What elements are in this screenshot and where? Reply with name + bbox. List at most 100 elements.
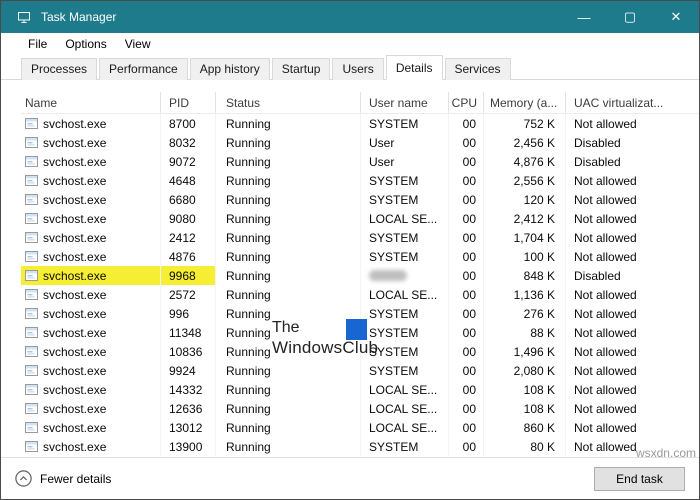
user-name-cell: SYSTEM <box>361 437 449 456</box>
process-name: svchost.exe <box>43 420 107 435</box>
column-header-name[interactable]: Name <box>21 92 161 113</box>
table-row[interactable]: svchost.exe 2412 Running SYSTEM 00 1,704 K Not… <box>21 228 699 247</box>
cpu-cell: 00 <box>449 152 484 171</box>
pid-cell: 8032 <box>161 133 216 152</box>
status-cell: Running <box>216 247 361 266</box>
table-row[interactable]: svchost.exe 12636 Running LOCAL SE... 00 108 … <box>21 399 699 418</box>
column-header-uac[interactable]: UAC virtualizat... <box>566 92 699 113</box>
menu-options[interactable]: Options <box>56 35 115 53</box>
table-row[interactable]: svchost.exe 8700 Running SYSTEM 00 752 K Not a… <box>21 114 699 133</box>
user-name-cell: LOCAL SE... <box>361 418 449 437</box>
memory-cell: 2,556 K <box>484 171 566 190</box>
fewer-details-toggle[interactable]: Fewer details <box>15 470 111 487</box>
uac-cell: Not allowed <box>574 420 637 435</box>
user-name-cell: SYSTEM <box>361 171 449 190</box>
user-name-cell: LOCAL SE... <box>361 209 449 228</box>
process-name-cell: svchost.exe <box>21 342 161 361</box>
tab-startup[interactable]: Startup <box>271 58 331 80</box>
app-icon <box>25 422 38 433</box>
column-header-status[interactable]: Status <box>216 92 361 113</box>
memory-cell: 88 K <box>484 323 566 342</box>
memory-cell: 752 K <box>484 114 566 133</box>
process-name: svchost.exe <box>43 116 107 131</box>
status-cell: Running <box>216 266 361 285</box>
menu-view[interactable]: View <box>116 35 160 53</box>
chevron-up-circle-icon <box>15 470 32 487</box>
tab-details[interactable]: Details <box>385 55 443 80</box>
process-name-cell: svchost.exe <box>21 266 161 285</box>
tab-processes[interactable]: Processes <box>21 58 98 80</box>
status-cell: Running <box>216 133 361 152</box>
memory-cell: 848 K <box>484 266 566 285</box>
process-name-cell: svchost.exe <box>21 285 161 304</box>
table-row[interactable]: svchost.exe 13012 Running LOCAL SE... 00 860 … <box>21 418 699 437</box>
table-row[interactable]: svchost.exe 10836 Running SYSTEM 00 1,496 K No… <box>21 342 699 361</box>
pid-cell: 9080 <box>161 209 216 228</box>
column-header-memory[interactable]: Memory (a... <box>484 92 566 113</box>
memory-cell: 2,080 K <box>484 361 566 380</box>
tab-users[interactable]: Users <box>332 58 384 80</box>
app-icon <box>25 175 38 186</box>
memory-cell: 2,456 K <box>484 133 566 152</box>
table-row[interactable]: svchost.exe 9080 Running LOCAL SE... 00 2,412… <box>21 209 699 228</box>
table-row[interactable]: svchost.exe 9968 Running 00 848 K Disabled <box>21 266 699 285</box>
tab-performance[interactable]: Performance <box>99 58 188 80</box>
tab-app-history[interactable]: App history <box>189 58 270 80</box>
table-row[interactable]: svchost.exe 14332 Running LOCAL SE... 00 108 … <box>21 380 699 399</box>
process-name: svchost.exe <box>43 306 107 321</box>
table-row[interactable]: svchost.exe 4876 Running SYSTEM 00 100 K Not a… <box>21 247 699 266</box>
table-row[interactable]: svchost.exe 2572 Running LOCAL SE... 00 1,136… <box>21 285 699 304</box>
table-row[interactable]: svchost.exe 9072 Running User 00 4,876 K Disab… <box>21 152 699 171</box>
uac-cell: Disabled <box>574 268 621 283</box>
uac-cell: Not allowed <box>574 344 637 359</box>
status-cell: Running <box>216 152 361 171</box>
user-name-cell: SYSTEM <box>361 304 449 323</box>
column-header-user[interactable]: User name <box>361 92 449 113</box>
minimize-icon[interactable]: — <box>561 1 607 33</box>
process-name: svchost.exe <box>43 249 107 264</box>
table-body: svchost.exe 8700 Running SYSTEM 00 752 K Not a… <box>21 114 699 456</box>
process-name-cell: svchost.exe <box>21 133 161 152</box>
maximize-icon[interactable]: ▢ <box>607 1 653 33</box>
memory-cell: 860 K <box>484 418 566 437</box>
table-row[interactable]: svchost.exe 9924 Running SYSTEM 00 2,080 K Not… <box>21 361 699 380</box>
column-header-pid[interactable]: PID <box>161 92 216 113</box>
process-name-cell: svchost.exe <box>21 209 161 228</box>
process-name-cell: svchost.exe <box>21 380 161 399</box>
cpu-cell: 00 <box>449 323 484 342</box>
details-table: Name PID Status User name CPU Memory (a.… <box>1 80 699 456</box>
user-name-cell: User <box>361 133 449 152</box>
table-row[interactable]: svchost.exe 4648 Running SYSTEM 00 2,556 K Not… <box>21 171 699 190</box>
table-row[interactable]: svchost.exe 8032 Running User 00 2,456 K Disab… <box>21 133 699 152</box>
app-icon <box>25 365 38 376</box>
user-name-cell: SYSTEM <box>361 342 449 361</box>
close-icon[interactable]: ✕ <box>653 1 699 33</box>
pid-cell: 12636 <box>161 399 216 418</box>
cpu-cell: 00 <box>449 437 484 456</box>
uac-cell: Disabled <box>574 135 621 150</box>
process-name-cell: svchost.exe <box>21 361 161 380</box>
tab-services[interactable]: Services <box>444 58 511 80</box>
menu-file[interactable]: File <box>19 35 56 53</box>
uac-cell: Not allowed <box>574 306 637 321</box>
column-header-cpu[interactable]: CPU <box>449 92 484 113</box>
end-task-button[interactable]: End task <box>594 466 685 491</box>
uac-cell: Not allowed <box>574 116 637 131</box>
memory-cell: 80 K <box>484 437 566 456</box>
cpu-cell: 00 <box>449 114 484 133</box>
status-cell: Running <box>216 304 361 323</box>
user-name-cell: SYSTEM <box>361 190 449 209</box>
pid-cell: 9072 <box>161 152 216 171</box>
app-icon <box>25 213 38 224</box>
table-row[interactable]: svchost.exe 11348 Running SYSTEM 00 88 K Not a… <box>21 323 699 342</box>
table-row[interactable]: svchost.exe 13900 Running SYSTEM 00 80 K Not a… <box>21 437 699 456</box>
process-name-cell: svchost.exe <box>21 190 161 209</box>
process-name: svchost.exe <box>43 325 107 340</box>
table-header: Name PID Status User name CPU Memory (a.… <box>21 92 699 114</box>
cpu-cell: 00 <box>449 266 484 285</box>
uac-cell: Not allowed <box>574 211 637 226</box>
app-icon <box>25 384 38 395</box>
table-row[interactable]: svchost.exe 996 Running SYSTEM 00 276 K Not al… <box>21 304 699 323</box>
table-row[interactable]: svchost.exe 6680 Running SYSTEM 00 120 K Not a… <box>21 190 699 209</box>
status-cell: Running <box>216 323 361 342</box>
